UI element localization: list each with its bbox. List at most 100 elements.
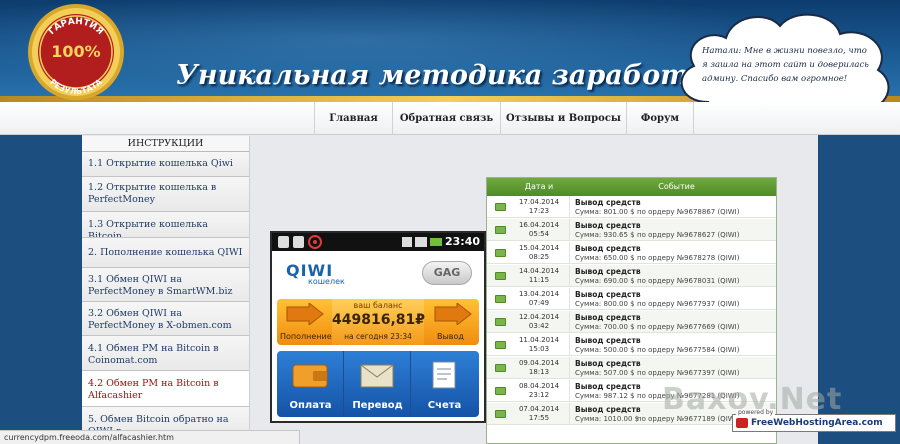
balance-value: 449816,81₽	[332, 312, 425, 328]
sidebar-item-xobmen[interactable]: 3.2 Обмен QIWI на PerfectMoney в X-obmen…	[82, 302, 249, 336]
table-row: 14.04.2014 11:15 Вывод средств Сумма: 690…	[487, 265, 776, 287]
row-sum: Сумма: 801.00 $	[575, 208, 635, 216]
badge-percent: 100%	[51, 42, 100, 61]
sidebar-heading: ИНСТРУКЦИИ	[82, 136, 249, 152]
row-title: Вывод средств	[575, 382, 641, 391]
row-date: 08.04.2014 23:12	[518, 382, 560, 399]
table-row: 15.04.2014 08:25 Вывод средств Сумма: 650…	[487, 242, 776, 264]
row-date: 12.04.2014 03:42	[518, 313, 560, 330]
table-row: 12.04.2014 03:42 Вывод средств Сумма: 700…	[487, 311, 776, 333]
money-icon	[495, 318, 506, 326]
money-icon	[495, 364, 506, 372]
table-row: 17.04.2014 17:23 Вывод средств Сумма: 801…	[487, 196, 776, 218]
phone-status-bar: 23:40	[272, 233, 484, 251]
envelope-icon	[360, 364, 394, 388]
sidebar-item-qiwi-topup[interactable]: 2. Пополнение кошелька QIWI	[82, 238, 249, 268]
row-order: по ордеру №9677669 (QIWI)	[637, 323, 740, 331]
money-icon	[495, 272, 506, 280]
hosting-name: FreeWebHostingArea.com	[751, 418, 883, 428]
withdraw-arrow-icon	[434, 303, 472, 325]
topup-arrow-icon	[286, 303, 324, 325]
table-row: 11.04.2014 15:03 Вывод средств Сумма: 500…	[487, 334, 776, 356]
row-date: 15.04.2014 08:25	[518, 244, 560, 261]
money-icon	[495, 341, 506, 349]
money-icon	[495, 387, 506, 395]
balance-date: на сегодня 23:34	[344, 332, 412, 341]
row-sum: Сумма: 507.00 $	[575, 369, 635, 377]
sidebar-item-bitcoin-open[interactable]: 1.3 Открытие кошелька Bitcoin	[82, 212, 249, 238]
action-pay-label: Оплата	[289, 400, 332, 411]
table-row: 16.04.2014 05:54 Вывод средств Сумма: 930…	[487, 219, 776, 241]
row-date: 11.04.2014 15:03	[518, 336, 560, 353]
action-transfer[interactable]: Перевод	[344, 351, 411, 417]
qiwi-header-button[interactable]: GAG	[422, 261, 472, 285]
table-row: 09.04.2014 18:13 Вывод средств Сумма: 507…	[487, 357, 776, 379]
row-order: по ордеру №9678031 (QIWI)	[637, 277, 740, 285]
status-icons	[278, 235, 322, 249]
row-order: по ордеру №9677937 (QIWI)	[637, 300, 740, 308]
row-date: 16.04.2014 05:54	[518, 221, 560, 238]
qiwi-subtitle: кошелек	[308, 277, 345, 286]
row-title: Вывод средств	[575, 359, 641, 368]
action-bills-label: Счета	[427, 400, 462, 411]
sidebar-item-qiwi-open[interactable]: 1.1 Открытие кошелька Qiwi	[82, 152, 249, 177]
testimonial-text: Натали: Мне в жизни повезло, что я зашла…	[702, 46, 869, 84]
phone-time: 23:40	[444, 235, 480, 248]
qiwi-logo: QIWI кошелек	[286, 261, 345, 286]
invoice-icon	[432, 361, 456, 389]
row-date: 17.04.2014 17:23	[518, 198, 560, 215]
qiwi-actions: Оплата Перевод Счета	[277, 351, 479, 417]
row-order: по ордеру №9678278 (QIWI)	[637, 254, 740, 262]
money-icon	[495, 410, 506, 418]
money-icon	[495, 226, 506, 234]
row-sum: Сумма: 690.00 $	[575, 277, 635, 285]
row-date: 07.04.2014 17:55	[518, 405, 560, 422]
nav-feedback[interactable]: Обратная связь	[392, 102, 500, 135]
row-title: Вывод средств	[575, 313, 641, 322]
row-order: по ордеру №9677397 (QIWI)	[637, 369, 740, 377]
action-pay[interactable]: Оплата	[277, 351, 344, 417]
sidebar-item-alfacashier[interactable]: 4.2 Обмен PM на Bitcoin в Alfacashier	[82, 371, 249, 407]
row-sum: Сумма: 650.00 $	[575, 254, 635, 262]
row-order: по ордеру №9677584 (QIWI)	[637, 346, 740, 354]
nav-home[interactable]: Главная	[314, 102, 392, 135]
row-sum: Сумма: 500.00 $	[575, 346, 635, 354]
nav-forum[interactable]: Форум	[626, 102, 694, 135]
row-date: 09.04.2014 18:13	[518, 359, 560, 376]
sidebar-item-smartwm[interactable]: 3.1 Обмен QIWI на PerfectMoney в SmartWM…	[82, 268, 249, 302]
row-title: Вывод средств	[575, 198, 641, 207]
sidebar-item-coinomat[interactable]: 4.1 Обмен PM на Bitcoin в Coinomat.com	[82, 336, 249, 371]
signal-battery-icons	[402, 237, 442, 247]
phone-screenshot: 23:40 QIWI кошелек GAG Пополнение ваш ба…	[270, 231, 486, 423]
withdraw-button[interactable]: Вывод	[437, 332, 464, 341]
row-title: Вывод средств	[575, 244, 641, 253]
row-title: Вывод средств	[575, 405, 641, 414]
row-title: Вывод средств	[575, 267, 641, 276]
sidebar-item-bitcoin-to-qiwi[interactable]: 5. Обмен Bitcoin обратно на QIWI в	[82, 407, 249, 430]
site-title: Уникальная методика заработка!	[176, 60, 737, 91]
table-header: Дата и время Событие	[487, 178, 776, 209]
sidebar: ИНСТРУКЦИИ 1.1 Открытие кошелька Qiwi 1.…	[82, 136, 250, 430]
row-title: Вывод средств	[575, 290, 641, 299]
hosting-powered-by: powered by	[736, 409, 776, 416]
balance-label: ваш баланс	[353, 301, 403, 310]
sidebar-item-pm-open[interactable]: 1.2 Открытие кошелька в PerfectMoney	[82, 177, 249, 212]
hosting-banner[interactable]: FreeWebHostingArea.com	[732, 414, 896, 432]
table-row: 13.04.2014 07:49 Вывод средств Сумма: 800…	[487, 288, 776, 310]
wallet-icon	[292, 364, 328, 388]
money-icon	[495, 203, 506, 211]
money-icon	[495, 295, 506, 303]
row-sum: Сумма: 700.00 $	[575, 323, 635, 331]
row-title: Вывод средств	[575, 221, 641, 230]
row-sum: Сумма: 930.65 $	[575, 231, 635, 239]
row-date: 13.04.2014 07:49	[518, 290, 560, 307]
balance-bar: Пополнение ваш баланс 449816,81₽ на сего…	[277, 299, 479, 345]
topup-button[interactable]: Пополнение	[280, 332, 332, 341]
row-order: по ордеру №9678627 (QIWI)	[637, 231, 740, 239]
column-event: Событие	[658, 182, 695, 191]
balance-panel: ваш баланс 449816,81₽ на сегодня 23:34	[332, 299, 425, 345]
main-nav: Главная Обратная связь Отзывы и Вопросы …	[0, 102, 900, 135]
nav-reviews[interactable]: Отзывы и Вопросы	[500, 102, 626, 135]
action-bills[interactable]: Счета	[411, 351, 478, 417]
money-icon	[495, 249, 506, 257]
